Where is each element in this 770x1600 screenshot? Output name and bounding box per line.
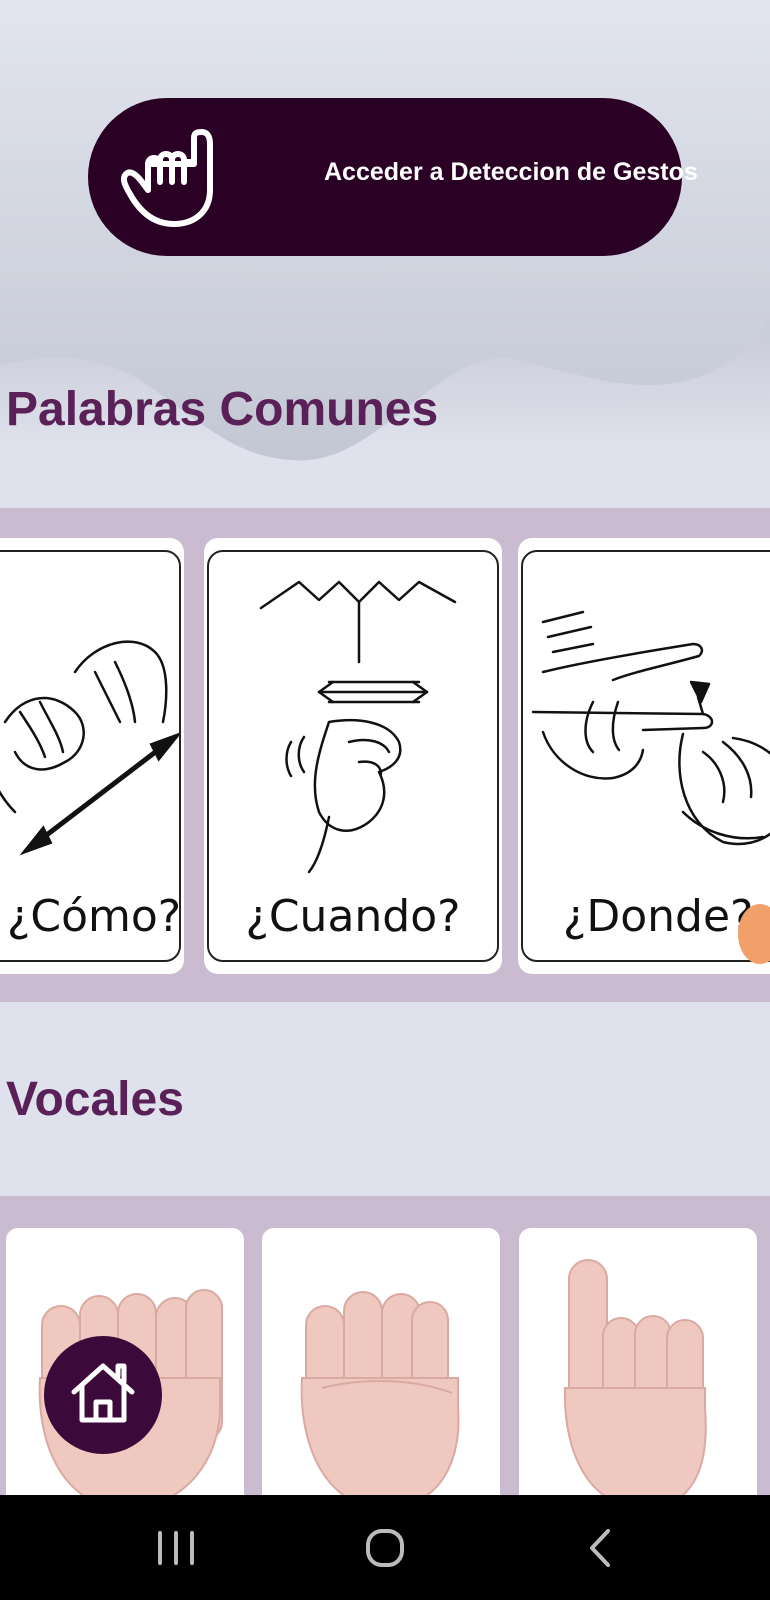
- vowel-card-e[interactable]: [262, 1228, 500, 1495]
- vowel-card-i[interactable]: [519, 1228, 757, 1495]
- app-screen: Acceder a Deteccion de Gestos Palabras C…: [0, 0, 770, 1495]
- word-card-caption: ¿Cómo?: [7, 891, 181, 942]
- word-card-frame: ¿Donde?: [521, 550, 770, 962]
- vowels-title: Vocales: [6, 1073, 184, 1126]
- system-home-button[interactable]: [355, 1523, 415, 1573]
- home-icon: [71, 1363, 135, 1423]
- word-card-como[interactable]: ¿Cómo?: [0, 538, 184, 974]
- vowel-i-hand-drawing: [563, 1259, 707, 1495]
- word-card-caption: ¿Cuando?: [245, 891, 461, 942]
- common-words-title: Palabras Comunes: [6, 383, 439, 436]
- word-card-caption: ¿Donde?: [563, 891, 754, 942]
- hand-gesture-icon: [120, 129, 213, 227]
- recent-apps-icon: [158, 1531, 194, 1565]
- back-button[interactable]: [570, 1523, 630, 1573]
- word-card-frame: ¿Cómo?: [0, 550, 181, 962]
- home-button[interactable]: [44, 1336, 162, 1454]
- word-card-cuando[interactable]: ¿Cuando?: [204, 538, 502, 974]
- home-circle-icon: [366, 1529, 404, 1567]
- word-card-frame: ¿Cuando?: [207, 550, 499, 962]
- vowel-e-hand-drawing: [300, 1291, 460, 1495]
- recent-apps-button[interactable]: [146, 1523, 206, 1573]
- system-navigation-bar: [0, 1495, 770, 1600]
- word-card-donde[interactable]: ¿Donde?: [518, 538, 770, 974]
- gesture-detection-button[interactable]: Acceder a Deteccion de Gestos: [88, 98, 698, 256]
- back-icon: [590, 1529, 610, 1567]
- gesture-button-label: Acceder a Deteccion de Gestos: [324, 158, 698, 186]
